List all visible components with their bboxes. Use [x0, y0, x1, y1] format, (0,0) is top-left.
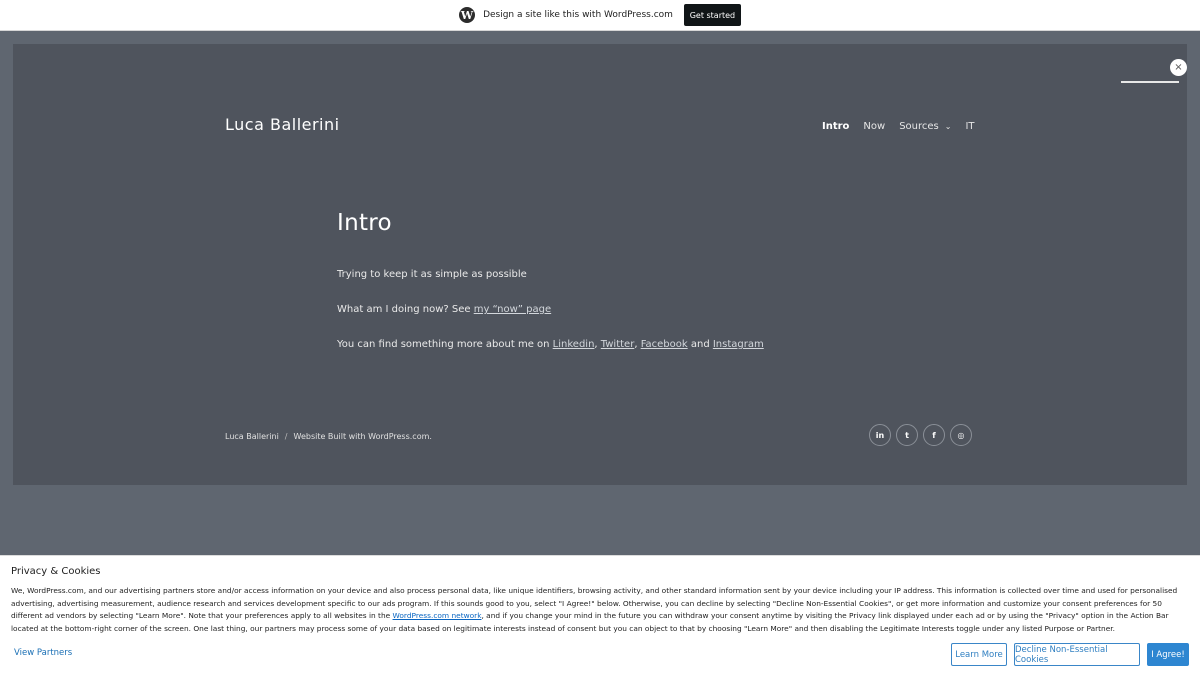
comma: , — [594, 339, 598, 350]
site-card: × Luca Ballerini Intro Now Sources ⌄ IT … — [13, 44, 1187, 485]
and-text: and — [687, 339, 713, 350]
site-footer: Luca Ballerini / Website Built with WordPr… — [225, 432, 432, 441]
now-page-link[interactable]: my “now” page — [474, 304, 551, 315]
nav-item-sources-label: Sources — [899, 121, 939, 132]
now-paragraph: What am I doing now? See my “now” page — [337, 304, 551, 315]
instagram-icon[interactable]: ◎ — [950, 424, 972, 446]
facebook-link[interactable]: Facebook — [641, 339, 688, 350]
nav-item-now[interactable]: Now — [863, 121, 885, 132]
instagram-link[interactable]: Instagram — [713, 339, 764, 350]
cookie-body: We, WordPress.com, and our advertising p… — [11, 585, 1189, 635]
comma: , — [634, 339, 638, 350]
twitter-link[interactable]: Twitter — [601, 339, 635, 350]
learn-more-button[interactable]: Learn More — [951, 643, 1007, 666]
footer-built-with[interactable]: Website Built with WordPress.com. — [294, 432, 432, 441]
chevron-down-icon[interactable]: ⌄ — [945, 122, 952, 131]
social-text: You can find something more about me on — [337, 339, 553, 350]
decline-cookies-button[interactable]: Decline Non-Essential Cookies — [1014, 643, 1140, 666]
search-input[interactable] — [1121, 81, 1179, 83]
get-started-button[interactable]: Get started — [683, 4, 741, 26]
facebook-icon[interactable]: f — [923, 424, 945, 446]
nav-item-it[interactable]: IT — [965, 121, 974, 132]
close-icon[interactable]: × — [1170, 59, 1187, 76]
social-paragraph: You can find something more about me on … — [337, 339, 764, 350]
intro-paragraph: Trying to keep it as simple as possible — [337, 269, 527, 280]
linkedin-link[interactable]: Linkedin — [553, 339, 595, 350]
footer-separator: / — [284, 432, 288, 441]
linkedin-icon[interactable]: in — [869, 424, 891, 446]
social-icons: in t f ◎ — [869, 424, 972, 446]
cookie-title: Privacy & Cookies — [11, 566, 101, 577]
footer-site-name[interactable]: Luca Ballerini — [225, 432, 279, 441]
promo-text: Design a site like this with WordPress.c… — [483, 10, 673, 20]
nav-item-sources[interactable]: Sources ⌄ — [899, 121, 951, 132]
now-text: What am I doing now? See — [337, 304, 474, 315]
wordpress-promo-bar: W Design a site like this with WordPress… — [0, 0, 1200, 31]
site-title[interactable]: Luca Ballerini — [225, 115, 340, 134]
page-title: Intro — [337, 210, 392, 236]
main-nav: Intro Now Sources ⌄ IT — [822, 121, 989, 132]
wordpress-logo-icon[interactable]: W — [459, 7, 476, 23]
view-partners-link[interactable]: View Partners — [14, 648, 72, 658]
twitter-icon[interactable]: t — [896, 424, 918, 446]
agree-button[interactable]: I Agree! — [1147, 643, 1189, 666]
cookie-banner: Privacy & Cookies We, WordPress.com, and… — [0, 555, 1200, 675]
nav-item-intro[interactable]: Intro — [822, 121, 849, 132]
wordpress-network-link[interactable]: WordPress.com network — [393, 611, 482, 620]
